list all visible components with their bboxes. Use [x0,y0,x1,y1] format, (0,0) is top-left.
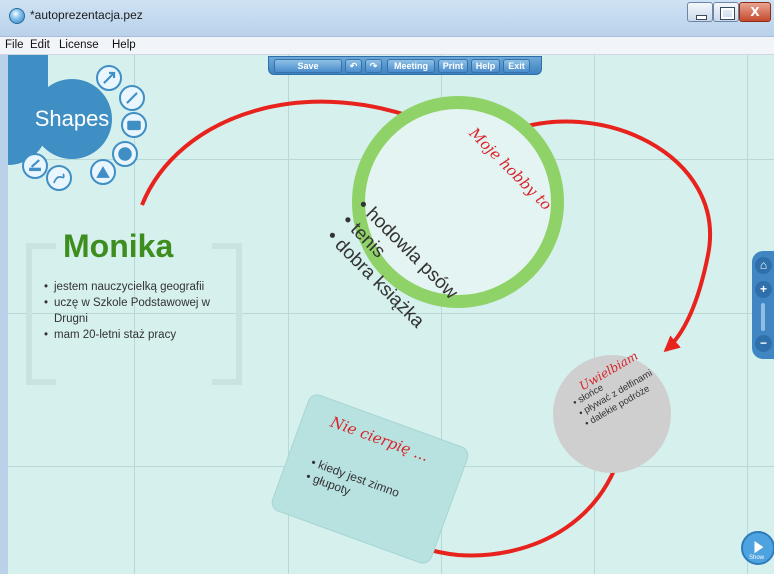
zoom-out-button[interactable]: − [755,335,772,352]
zoom-in-button[interactable]: + [755,281,772,298]
pen-tool-icon [53,173,65,184]
menu-help[interactable]: Help [112,39,136,51]
rectangle-tool-button[interactable] [121,112,147,138]
close-button[interactable]: X [739,2,771,22]
menu-bar: File Edit License Help [0,37,774,55]
home-button[interactable]: ⌂ [755,257,772,274]
arrow-tool-icon [103,71,116,84]
app-icon [9,8,25,24]
menu-edit[interactable]: Edit [30,39,50,51]
presentation-canvas[interactable]: Save ↶ ↷ Meeting Print Help Exit Shapes [8,55,774,574]
line-tool-button[interactable] [119,85,145,111]
arrow-tool-button[interactable] [96,65,122,91]
zoom-out-icon: − [759,336,767,350]
window-titlebar: *autoprezentacja.pez X [0,0,774,37]
circle-tool-icon [118,147,132,161]
menu-file[interactable]: File [5,39,24,51]
menu-license[interactable]: License [59,39,99,51]
maximize-button[interactable] [713,2,739,22]
profile-bullets[interactable]: jestem nauczycielką geografii uczę w Szk… [44,279,234,343]
zoom-in-icon: + [759,282,767,296]
triangle-tool-icon [96,166,110,178]
pen-tool-button[interactable] [46,165,72,191]
profile-name[interactable]: Monika [63,228,173,265]
circle-tool-button[interactable] [112,141,138,167]
rectangle-tool-icon [127,120,141,131]
left-frame [0,55,8,574]
profile-bullet: mam 20-letni staż pracy [44,327,234,343]
show-label: Show [749,555,765,561]
highlighter-tool-icon [29,159,41,172]
zoom-panel: ⌂ + − [752,251,774,359]
line-tool-icon [126,92,138,104]
profile-bullet: jestem nauczycielką geografii [44,279,234,295]
profile-bullet: uczę w Szkole Podstawowej w Drugni [44,295,234,327]
home-icon: ⌂ [759,258,768,272]
zoom-slider[interactable] [761,303,765,331]
triangle-tool-button[interactable] [90,159,116,185]
window-title: *autoprezentacja.pez [30,8,143,22]
show-button[interactable]: Show [741,531,774,565]
shapes-panel[interactable]: Shapes [32,79,112,159]
highlighter-tool-button[interactable] [22,153,48,179]
minimize-button[interactable] [687,2,713,22]
